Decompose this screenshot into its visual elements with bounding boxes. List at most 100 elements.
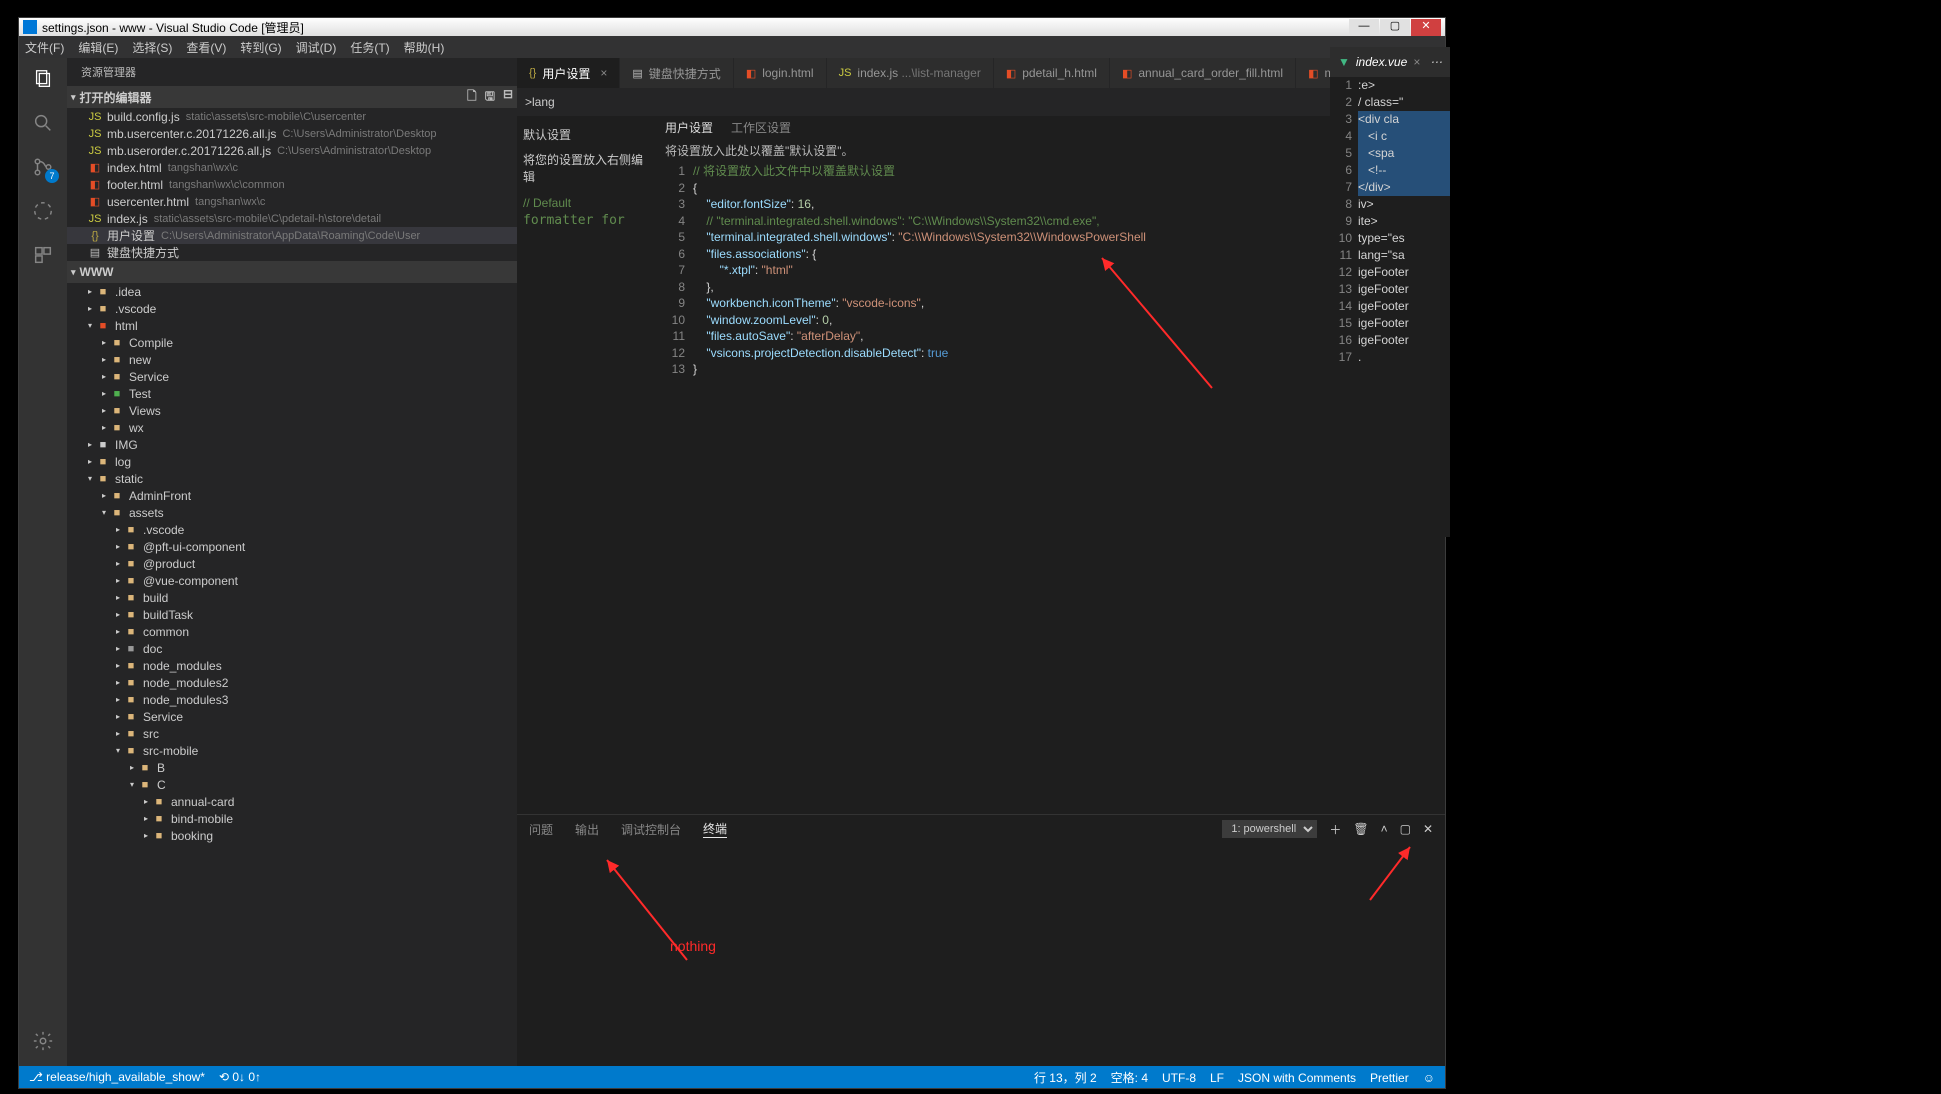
tree-item[interactable]: ▾■static (67, 470, 517, 487)
tree-item[interactable]: ▾■C (67, 776, 517, 793)
tree-item[interactable]: ▸■Service (67, 708, 517, 725)
settings-search[interactable]: >lang 找到 4 个设置 (517, 88, 1445, 116)
tab-index-vue[interactable]: ▼ index.vue × ⋯ (1330, 47, 1450, 77)
panel-tab[interactable]: 调试控制台 (621, 821, 681, 838)
tree-item[interactable]: ▾■src-mobile (67, 742, 517, 759)
panel-tab[interactable]: 终端 (703, 820, 727, 838)
tree-item[interactable]: ▸■node_modules2 (67, 674, 517, 691)
close-all-icon[interactable]: ⊟ (503, 87, 513, 108)
open-editor-item[interactable]: ◧footer.htmltangshan\wx\c\common (67, 176, 517, 193)
panel-maximize-icon[interactable]: ▢ (1400, 822, 1411, 836)
status-item[interactable]: UTF-8 (1162, 1071, 1196, 1085)
tree-item[interactable]: ▸■.vscode (67, 521, 517, 538)
minimize-button[interactable]: — (1349, 19, 1379, 36)
extensions-icon[interactable] (30, 242, 56, 268)
tree-item[interactable]: ▸■booking (67, 827, 517, 844)
editor-tab[interactable]: ◧pdetail_h.html (994, 58, 1110, 88)
tree-item[interactable]: ▸■bind-mobile (67, 810, 517, 827)
tree-item[interactable]: ▸■Test (67, 385, 517, 402)
tab-user-settings[interactable]: 用户设置 (665, 119, 713, 136)
editor-tab[interactable]: ◧annual_card_order_fill.html (1110, 58, 1296, 88)
open-editor-item[interactable]: ◧index.htmltangshan\wx\c (67, 159, 517, 176)
tree-item[interactable]: ▸■@product (67, 555, 517, 572)
status-item[interactable]: Prettier (1370, 1071, 1409, 1085)
chevron-icon: ▸ (99, 338, 109, 347)
tree-item[interactable]: ▾■html (67, 317, 517, 334)
tab-workspace-settings[interactable]: 工作区设置 (731, 119, 791, 136)
status-sync[interactable]: ⟲ 0↓ 0↑ (219, 1070, 261, 1084)
tree-item[interactable]: ▸■src (67, 725, 517, 742)
tree-item[interactable]: ▸■doc (67, 640, 517, 657)
status-item[interactable]: 行 13，列 2 (1034, 1071, 1097, 1085)
panel-close-icon[interactable]: ✕ (1423, 822, 1433, 836)
debug-icon[interactable] (30, 198, 56, 224)
tree-item[interactable]: ▸■.vscode (67, 300, 517, 317)
tree-item[interactable]: ▸■log (67, 453, 517, 470)
terminal-select[interactable]: 1: powershell (1222, 820, 1317, 838)
tree-item[interactable]: ▸■buildTask (67, 606, 517, 623)
tree-item[interactable]: ▸■IMG (67, 436, 517, 453)
settings-editor[interactable]: ✎ 12345678910111213 // 将设置放入此文件中以覆盖默认设置 … (657, 163, 1445, 814)
tree-item[interactable]: ▸■build (67, 589, 517, 606)
menu-item[interactable]: 任务(T) (350, 39, 389, 56)
new-terminal-icon[interactable]: ＋ (1329, 821, 1341, 838)
kill-terminal-icon[interactable]: 🗑 (1353, 822, 1368, 836)
tree-item[interactable]: ▸■Service (67, 368, 517, 385)
project-header[interactable]: ▾ WWW (67, 261, 517, 283)
more-icon[interactable]: ⋯ (1430, 55, 1442, 69)
open-editor-item[interactable]: JSindex.jsstatic\assets\src-mobile\C\pde… (67, 210, 517, 227)
status-item[interactable]: 空格: 4 (1111, 1071, 1148, 1085)
menu-item[interactable]: 转到(G) (240, 39, 281, 56)
open-editor-item[interactable]: JSmb.usercenter.c.20171226.all.jsC:\User… (67, 125, 517, 142)
open-editor-item[interactable]: ◧usercenter.htmltangshan\wx\c (67, 193, 517, 210)
tab-close-icon[interactable]: × (1413, 55, 1420, 69)
close-icon[interactable]: × (600, 66, 607, 80)
tree-item[interactable]: ▸■.idea (67, 283, 517, 300)
tree-item[interactable]: ▸■new (67, 351, 517, 368)
open-editor-item[interactable]: JSbuild.config.jsstatic\assets\src-mobil… (67, 108, 517, 125)
tree-item[interactable]: ▸■AdminFront (67, 487, 517, 504)
editor-tab[interactable]: JSindex.js ...\list-manager (827, 58, 994, 88)
menu-item[interactable]: 文件(F) (25, 39, 64, 56)
menu-item[interactable]: 调试(D) (296, 39, 337, 56)
menu-item[interactable]: 查看(V) (186, 39, 226, 56)
tree-item[interactable]: ▸■@vue-component (67, 572, 517, 589)
status-branch[interactable]: ⎇ release/high_available_show* (29, 1070, 205, 1084)
editor-tab[interactable]: ◧login.html (734, 58, 827, 88)
tree-item[interactable]: ▸■node_modules (67, 657, 517, 674)
tree-item[interactable]: ▸■wx (67, 419, 517, 436)
close-button[interactable]: ✕ (1411, 19, 1441, 36)
new-file-icon[interactable]: 🗋 (467, 87, 477, 108)
title-bar[interactable]: settings.json - www - Visual Studio Code… (19, 18, 1445, 36)
tree-item[interactable]: ▸■node_modules3 (67, 691, 517, 708)
open-editor-item[interactable]: {}用户设置C:\Users\Administrator\AppData\Roa… (67, 227, 517, 244)
tree-item[interactable]: ▾■assets (67, 504, 517, 521)
open-editor-item[interactable]: JSmb.userorder.c.20171226.all.jsC:\Users… (67, 142, 517, 159)
status-item[interactable]: ☺ (1423, 1071, 1435, 1085)
search-icon[interactable] (30, 110, 56, 136)
status-item[interactable]: LF (1210, 1071, 1224, 1085)
panel-tab[interactable]: 输出 (575, 821, 599, 838)
panel-tab[interactable]: 问题 (529, 821, 553, 838)
editor-tab[interactable]: {}用户设置× (517, 58, 620, 88)
open-editors-header[interactable]: ▾ 打开的编辑器 🗋 🖫 ⊟ (67, 86, 517, 108)
tree-item[interactable]: ▸■Compile (67, 334, 517, 351)
open-editor-item[interactable]: ▤键盘快捷方式 (67, 244, 517, 261)
status-item[interactable]: JSON with Comments (1238, 1071, 1356, 1085)
tree-item[interactable]: ▸■annual-card (67, 793, 517, 810)
menu-item[interactable]: 选择(S) (132, 39, 172, 56)
tree-item[interactable]: ▸■B (67, 759, 517, 776)
gear-icon[interactable] (30, 1028, 56, 1054)
save-all-icon[interactable]: 🖫 (485, 87, 495, 108)
maximize-button[interactable]: ▢ (1380, 19, 1410, 36)
tree-item[interactable]: ▸■common (67, 623, 517, 640)
explorer-icon[interactable] (30, 66, 56, 92)
tree-item[interactable]: ▸■@pft-ui-component (67, 538, 517, 555)
panel-up-icon[interactable]: ˄ (1381, 822, 1388, 836)
editor-tab[interactable]: ▤键盘快捷方式 (620, 58, 733, 88)
terminal-body[interactable]: nothing (517, 843, 1445, 1066)
menu-item[interactable]: 编辑(E) (78, 39, 118, 56)
tree-item[interactable]: ▸■Views (67, 402, 517, 419)
menu-item[interactable]: 帮助(H) (404, 39, 445, 56)
scm-icon[interactable]: 7 (30, 154, 56, 180)
